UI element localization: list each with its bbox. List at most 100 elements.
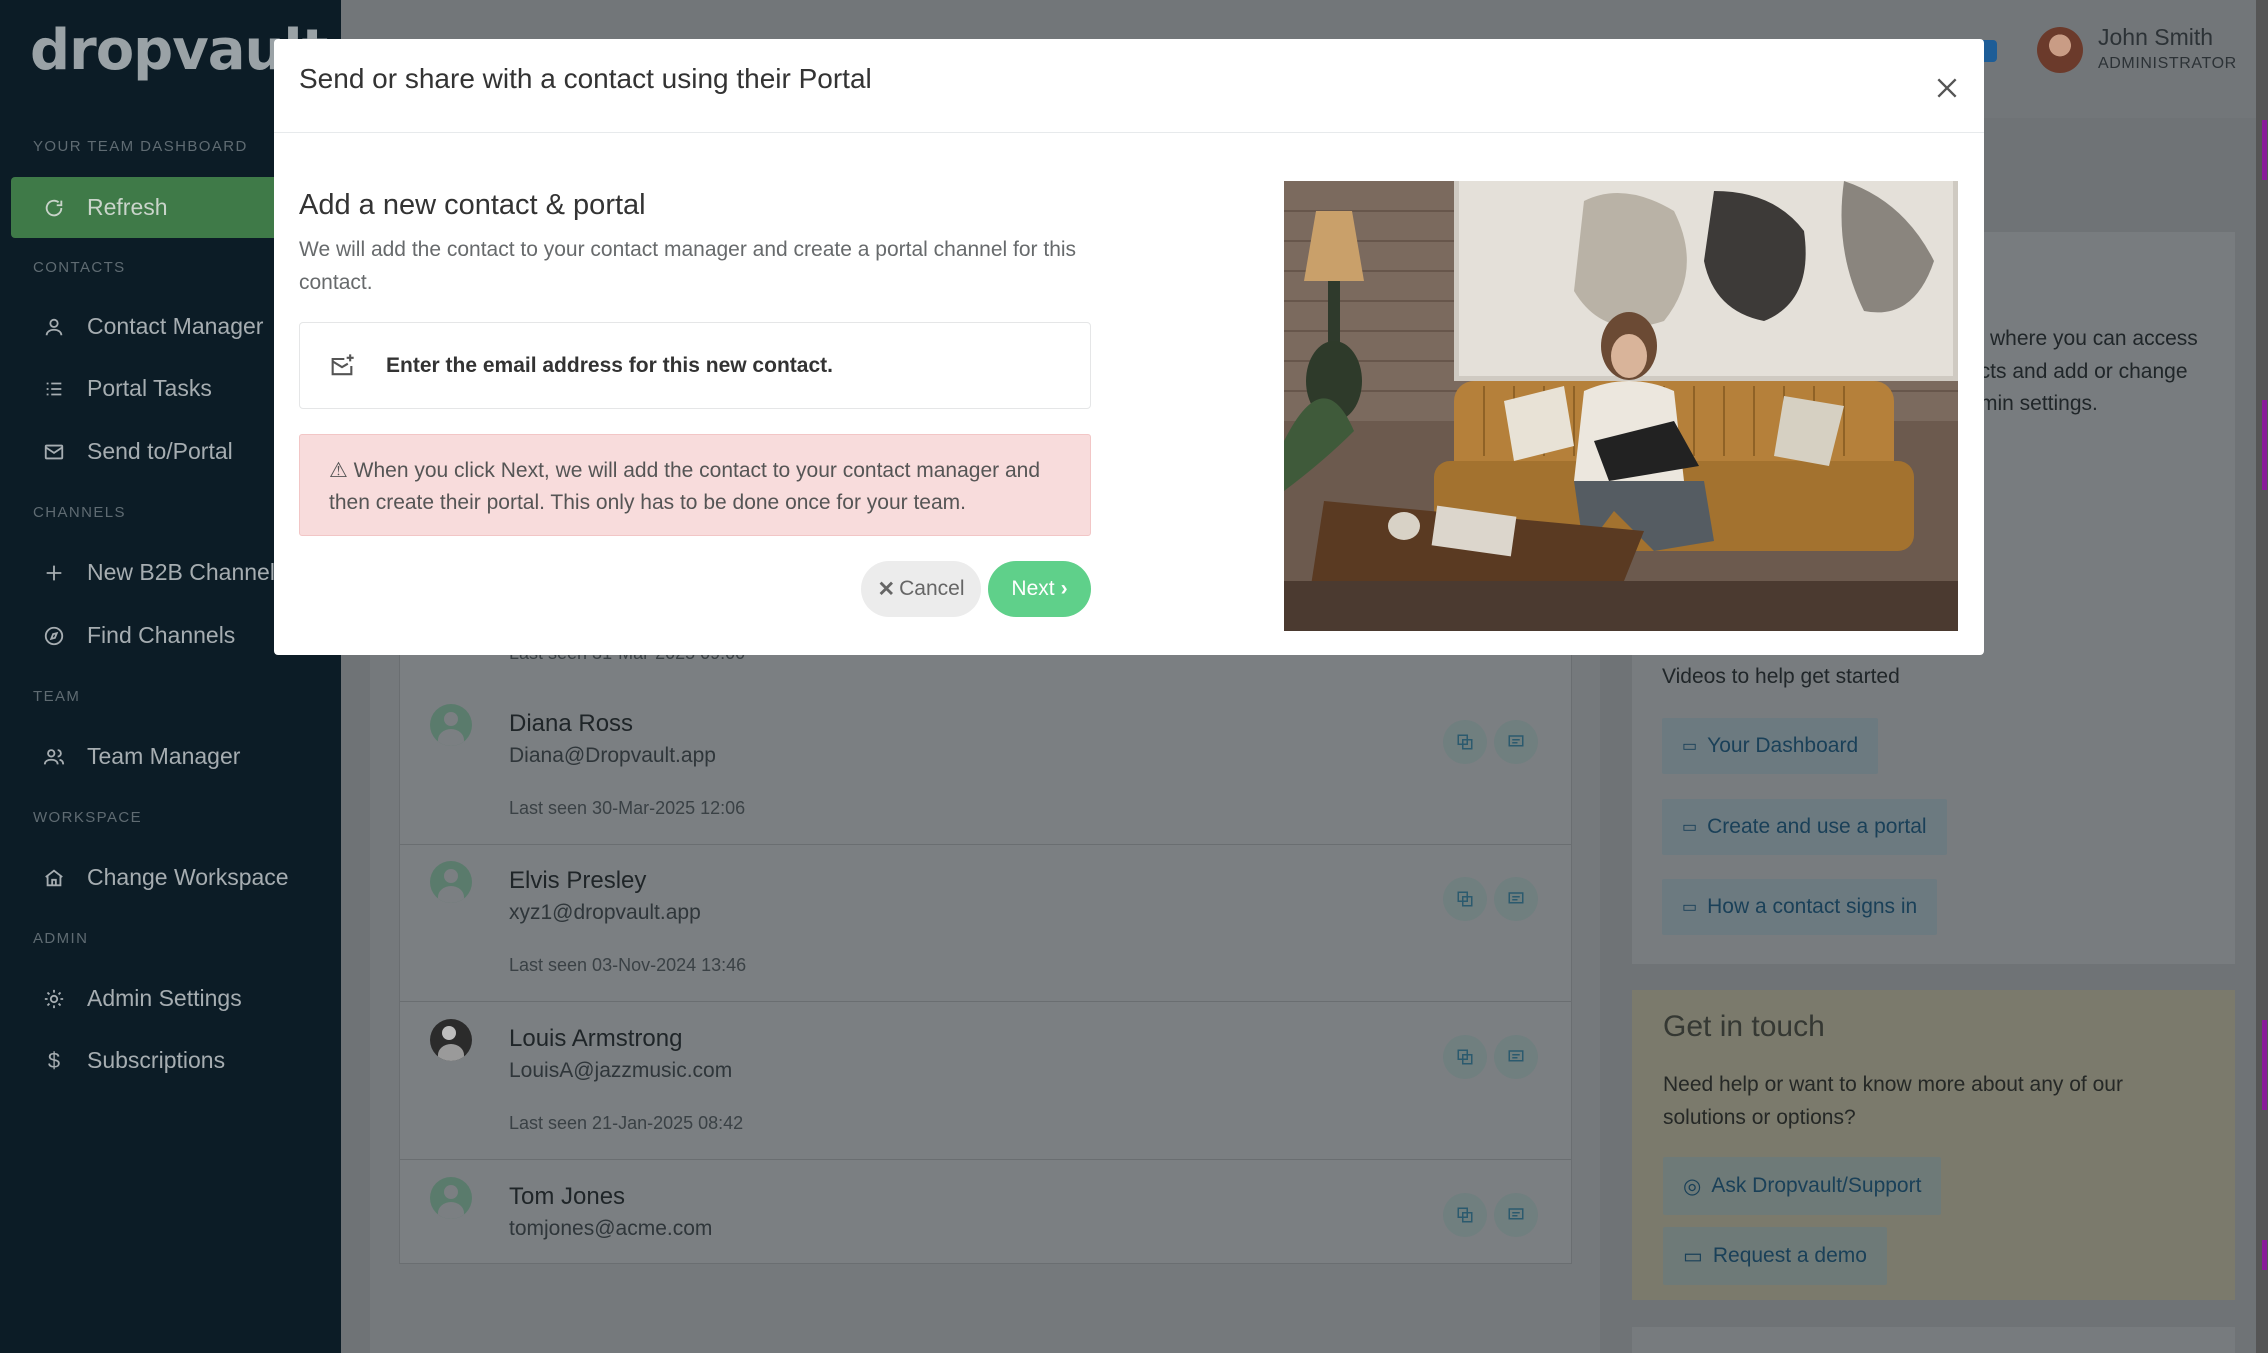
video-icon: ▭ [1682, 738, 1698, 755]
alert-text: When you click Next, we will add the con… [329, 459, 1041, 514]
section-label-contacts: CONTACTS [33, 259, 126, 276]
form-description: We will add the contact to your contact … [299, 238, 1077, 294]
ask-support-button[interactable]: ◎ Ask Dropvault/Support [1663, 1157, 1942, 1215]
message-button[interactable] [1494, 720, 1538, 764]
sidebar-item-label: Contact Manager [87, 313, 264, 339]
support-icon: ◎ [1683, 1174, 1702, 1198]
chevron-right-icon: › [1060, 577, 1068, 600]
section-label-admin: ADMIN [33, 930, 89, 947]
mail-plus-icon [331, 353, 354, 375]
contact-name: Diana Ross [509, 710, 634, 737]
video-button-label: Your Dashboard [1707, 734, 1859, 757]
home-icon [41, 865, 67, 891]
next-button[interactable]: Next › [988, 561, 1091, 617]
share-button[interactable] [1443, 1193, 1487, 1237]
refresh-icon [41, 195, 67, 221]
section-label-team: TEAM [33, 688, 81, 705]
get-in-touch-title: Get in touch [1663, 1010, 1825, 1043]
contact-email: LouisA@jazzmusic.com [509, 1059, 733, 1082]
contact-last-seen: Last seen 03-Nov-2024 13:46 [509, 955, 747, 975]
share-button[interactable] [1443, 1035, 1487, 1079]
button-label: Ask Dropvault/Support [1711, 1174, 1922, 1197]
users-icon [41, 744, 67, 770]
presentation-icon: ▭ [1683, 1244, 1703, 1268]
form-title: Add a new contact & portal [299, 189, 646, 221]
sidebar-item-label: New B2B Channel [87, 559, 275, 585]
share-button[interactable] [1443, 877, 1487, 921]
sidebar-item-label: Refresh [87, 194, 168, 220]
sidebar-item-label: Find Channels [87, 622, 236, 648]
message-icon [1508, 1050, 1524, 1062]
user-role: ADMINISTRATOR [2098, 55, 2237, 72]
list-item[interactable]: Elvis Presley xyz1@dropvault.app Last se… [400, 845, 1571, 1002]
user-icon [41, 314, 67, 340]
contact-email: xyz1@dropvault.app [509, 901, 701, 924]
share-icon [1457, 1207, 1473, 1223]
sidebar-item-label: Admin Settings [87, 985, 242, 1011]
contact-name: Elvis Presley [509, 867, 647, 894]
close-button[interactable] [1932, 73, 1962, 103]
sidebar-item-team-manager[interactable]: Team Manager [11, 726, 341, 787]
contact-last-seen: Last seen 30-Mar-2025 12:06 [509, 798, 746, 818]
avatar[interactable] [2037, 27, 2083, 73]
sidebar-item-label: Send to/Portal [87, 438, 233, 464]
avatar [430, 861, 472, 903]
list-item[interactable]: Louis Armstrong LouisA@jazzmusic.com Las… [400, 1003, 1571, 1160]
modal-header: Send or share with a contact using their… [274, 39, 1984, 133]
video-icon: ▭ [1682, 899, 1698, 916]
avatar [430, 1177, 472, 1219]
video-your-dashboard-button[interactable]: ▭ Your Dashboard [1662, 718, 1879, 774]
video-button-label: Create and use a portal [1707, 815, 1927, 838]
video-contact-signs-in-button[interactable]: ▭ How a contact signs in [1662, 879, 1938, 935]
warning-icon: ⚠ [329, 459, 348, 482]
dollar-icon: $ [47, 1047, 61, 1073]
message-button[interactable] [1494, 1193, 1538, 1237]
plus-icon [41, 560, 67, 586]
share-icon [1457, 891, 1473, 907]
avatar [430, 1019, 472, 1061]
scrollbar[interactable] [2256, 0, 2268, 1353]
section-label-workspace: WORKSPACE [33, 809, 143, 826]
video-create-portal-button[interactable]: ▭ Create and use a portal [1662, 799, 1947, 855]
share-icon [1457, 734, 1473, 750]
cancel-button[interactable]: ✕ Cancel [861, 561, 981, 617]
share-contact-modal: Send or share with a contact using their… [274, 39, 1984, 655]
list-item[interactable]: Diana Ross Diana@Dropvault.app Last seen… [400, 688, 1571, 845]
share-button[interactable] [1443, 720, 1487, 764]
list-icon [41, 376, 67, 402]
sidebar-item-label: Team Manager [87, 743, 241, 769]
help-text-line: where you can access [1990, 327, 2198, 350]
video-button-label: How a contact signs in [1707, 895, 1918, 918]
contact-email: tomjones@acme.com [509, 1217, 713, 1240]
sidebar-item-admin-settings[interactable]: Admin Settings [11, 968, 341, 1029]
message-icon [1508, 735, 1524, 747]
get-in-touch-text: Need help or want to know more about any… [1663, 1073, 2123, 1129]
message-button[interactable] [1494, 1035, 1538, 1079]
warning-alert: ⚠ When you click Next, we will add the c… [299, 434, 1091, 536]
button-label: Request a demo [1712, 1244, 1867, 1267]
close-icon [1937, 78, 1957, 98]
email-input[interactable] [386, 353, 1066, 378]
gear-icon [41, 986, 67, 1012]
request-demo-button[interactable]: ▭ Request a demo [1663, 1227, 1887, 1285]
videos-label: Videos to help get started [1662, 665, 1900, 688]
contact-name: Tom Jones [509, 1183, 626, 1210]
next-label: Next [1011, 577, 1055, 600]
sidebar-item-subscriptions[interactable]: $ Subscriptions [11, 1030, 341, 1091]
email-field-wrapper[interactable] [299, 322, 1091, 409]
sidebar-item-change-workspace[interactable]: Change Workspace [11, 847, 341, 908]
message-icon [1508, 1208, 1524, 1220]
message-button[interactable] [1494, 877, 1538, 921]
help-text-line: min settings. [1980, 392, 2098, 415]
message-icon [1508, 892, 1524, 904]
compass-icon [41, 623, 67, 649]
mail-icon [41, 439, 67, 465]
close-icon: ✕ [877, 577, 896, 601]
contact-name: Louis Armstrong [509, 1025, 683, 1052]
user-name[interactable]: John Smith [2098, 24, 2213, 51]
avatar [430, 704, 472, 746]
section-label-channels: CHANNELS [33, 504, 126, 521]
card-strip [1632, 1327, 2235, 1353]
list-item[interactable]: Tom Jones tomjones@acme.com [400, 1161, 1571, 1318]
section-label-dashboard: YOUR TEAM DASHBOARD [33, 138, 248, 155]
